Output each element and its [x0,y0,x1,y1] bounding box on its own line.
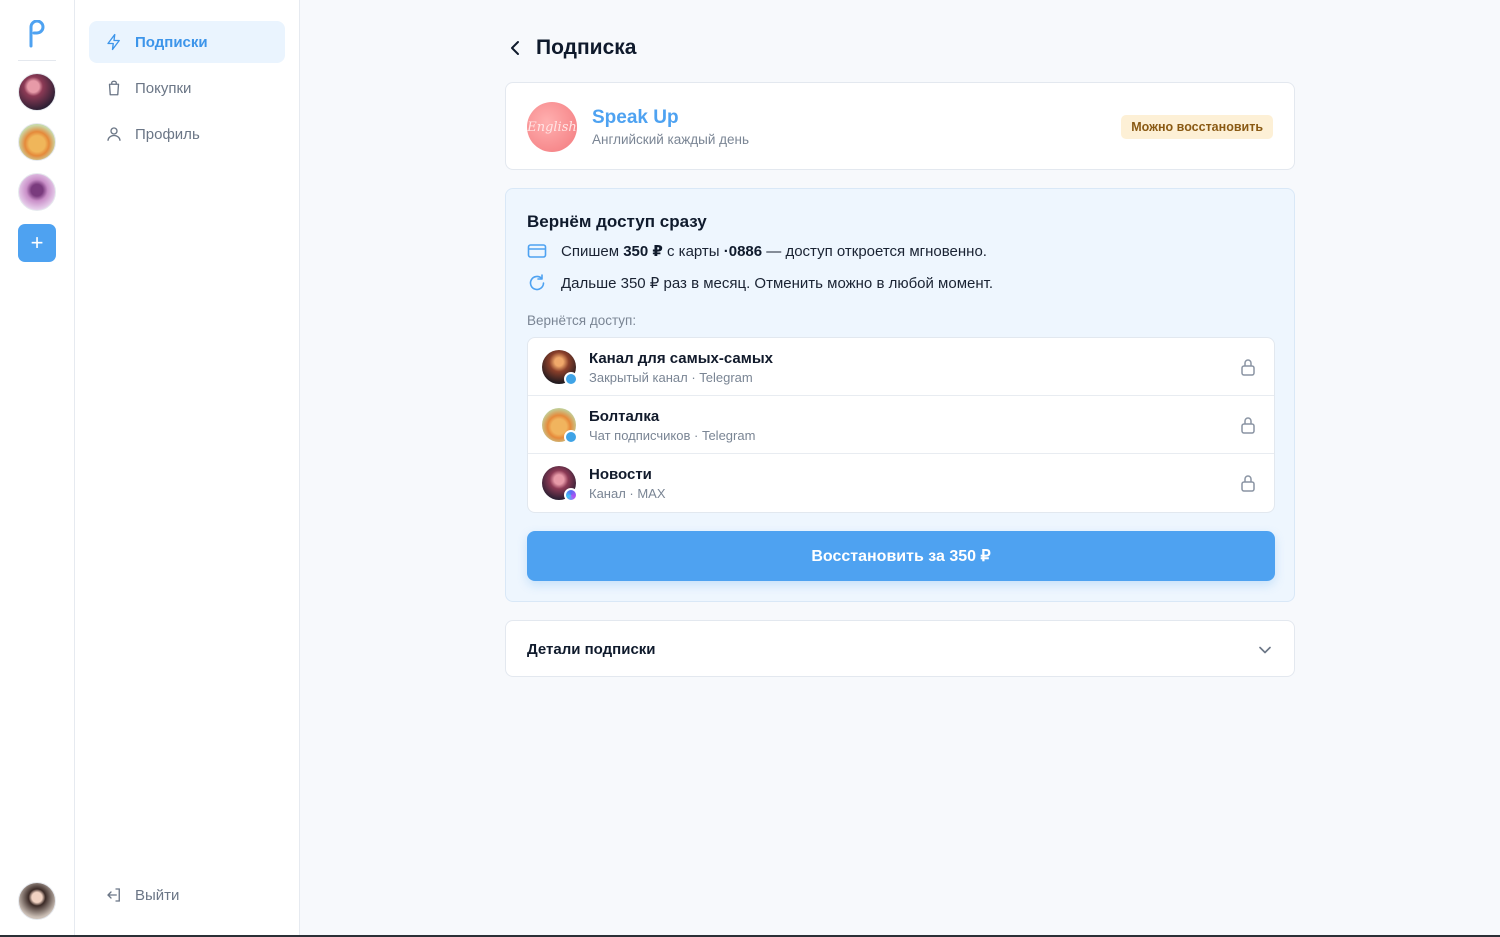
charge-info: Спишем 350 ₽ с карты ·0886 — доступ откр… [527,241,987,261]
restore-button[interactable]: Восстановить за 350 ₽ [527,531,1275,581]
channel-meta: Закрытый канал · Telegram [589,370,753,385]
details-accordion[interactable]: Детали подписки [505,620,1295,677]
subscription-card: English Speak Up Английский каждый день … [505,82,1295,170]
channel-meta: Чат подписчиков · Telegram [589,428,756,443]
logout-label: Выйти [135,886,180,904]
nav-item-subscriptions[interactable]: Подписки [89,21,285,63]
app-rail: + [0,0,75,937]
access-label: Вернётся доступ: [527,313,637,328]
channel-name: Канал для самых-самых [589,350,773,367]
list-item[interactable]: Канал для самых-самых Закрытый канал · T… [528,338,1274,396]
recurring-info: Дальше 350 ₽ раз в месяц. Отменить можно… [527,273,993,293]
rail-divider [18,60,56,61]
subscription-name: Speak Up [592,107,679,128]
page-header: Подписка [508,36,636,60]
project-avatar-1[interactable] [18,73,56,111]
subscription-logo: English [527,102,577,152]
charge-text: Спишем 350 ₽ с карты ·0886 — доступ откр… [561,243,987,260]
lock-icon [1241,359,1255,376]
logout-icon [107,888,120,902]
page-title: Подписка [536,36,637,59]
credit-card-icon [527,244,547,258]
telegram-icon [564,372,578,386]
bag-icon [108,80,120,96]
channel-name: Болталка [589,408,660,425]
project-avatar-2[interactable] [18,123,56,161]
details-title: Детали подписки [527,641,656,658]
nav-item-label: Покупки [135,79,192,97]
lock-icon [1241,475,1255,492]
list-item[interactable]: Новости Канал · MAX [528,454,1274,512]
access-list: Канал для самых-самых Закрытый канал · T… [527,337,1275,513]
lock-icon [1241,417,1255,434]
nav-item-label: Подписки [135,33,208,51]
back-arrow-icon[interactable] [508,40,524,56]
recurring-text: Дальше 350 ₽ раз в месяц. Отменить можно… [561,275,994,292]
nav-item-profile[interactable]: Профиль [89,113,285,155]
add-project-button[interactable]: + [18,224,56,262]
nav-item-purchases[interactable]: Покупки [89,67,285,109]
list-item[interactable]: Болталка Чат подписчиков · Telegram [528,396,1274,454]
nav-sidebar: Подписки Покупки Профиль Выйти [75,0,300,937]
project-avatar-3[interactable] [18,173,56,211]
refresh-icon [529,274,545,291]
chevron-down-icon [1259,646,1271,654]
max-icon [564,488,578,502]
restore-card: Вернём доступ сразу Спишем 350 ₽ с карты… [505,188,1295,602]
channel-meta: Канал · MAX [589,486,666,501]
lightning-icon [107,33,120,51]
user-avatar[interactable] [18,882,56,920]
subscription-description: Английский каждый день [592,132,750,147]
restore-title: Вернём доступ сразу [527,212,707,231]
p-logo-icon[interactable] [25,20,49,48]
channel-name: Новости [589,466,652,483]
nav-item-label: Профиль [135,125,200,143]
logout-button[interactable]: Выйти [89,874,285,916]
user-icon [107,127,121,141]
main-content: Подписка English Speak Up Английский каж… [300,0,1500,937]
telegram-icon [564,430,578,444]
status-badge: Можно восстановить [1121,115,1273,139]
